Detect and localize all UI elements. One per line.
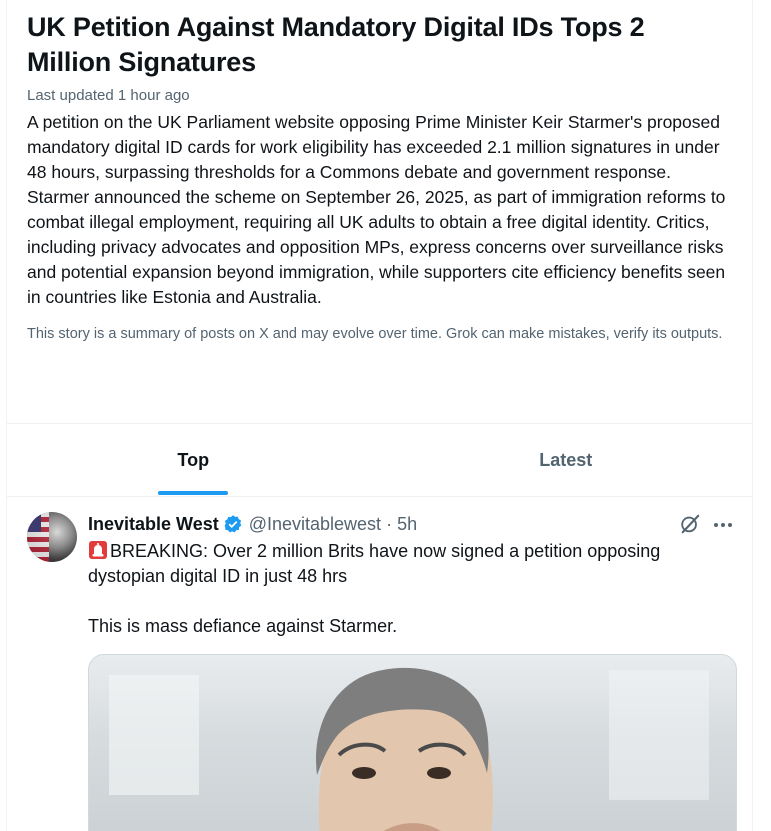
avatar[interactable] — [27, 512, 77, 562]
feed-tabs: Top Latest — [7, 424, 752, 497]
header-separator: · — [386, 513, 393, 534]
post-header: Inevitable West @Inevitablewest · 5h — [88, 513, 417, 535]
avatar-flag-canton — [27, 512, 41, 532]
story-title: UK Petition Against Mandatory Digital ID… — [27, 12, 645, 77]
post-line-1: BREAKING: Over 2 million Brits have now … — [88, 539, 728, 589]
more-icon[interactable] — [711, 515, 735, 535]
tab-top[interactable]: Top — [7, 424, 380, 496]
grok-icon[interactable] — [679, 513, 701, 535]
tab-top-label: Top — [177, 449, 210, 470]
post-line-2: This is mass defiance against Starmer. — [88, 616, 398, 636]
post-image[interactable] — [88, 654, 737, 831]
tab-latest[interactable]: Latest — [380, 424, 753, 496]
story-disclaimer: This story is a summary of posts on X an… — [27, 326, 723, 342]
siren-icon — [88, 540, 108, 560]
tab-latest-label: Latest — [539, 449, 593, 470]
tab-active-indicator — [158, 491, 229, 495]
news-panel: UK Petition Against Mandatory Digital ID… — [6, 0, 753, 831]
story-updated-time: Last updated 1 hour ago — [27, 87, 190, 104]
post-line-1-text: BREAKING: Over 2 million Brits have now … — [88, 541, 661, 586]
author-handle[interactable]: @Inevitablewest — [249, 514, 381, 535]
post-text: BREAKING: Over 2 million Brits have now … — [88, 539, 728, 639]
verified-badge-icon — [223, 514, 243, 534]
author-name[interactable]: Inevitable West — [88, 514, 219, 535]
story-section: UK Petition Against Mandatory Digital ID… — [7, 0, 752, 344]
post-time[interactable]: 5h — [397, 514, 417, 535]
story-summary: A petition on the UK Parliament website … — [27, 112, 726, 307]
photo-person-graphic — [316, 667, 493, 831]
